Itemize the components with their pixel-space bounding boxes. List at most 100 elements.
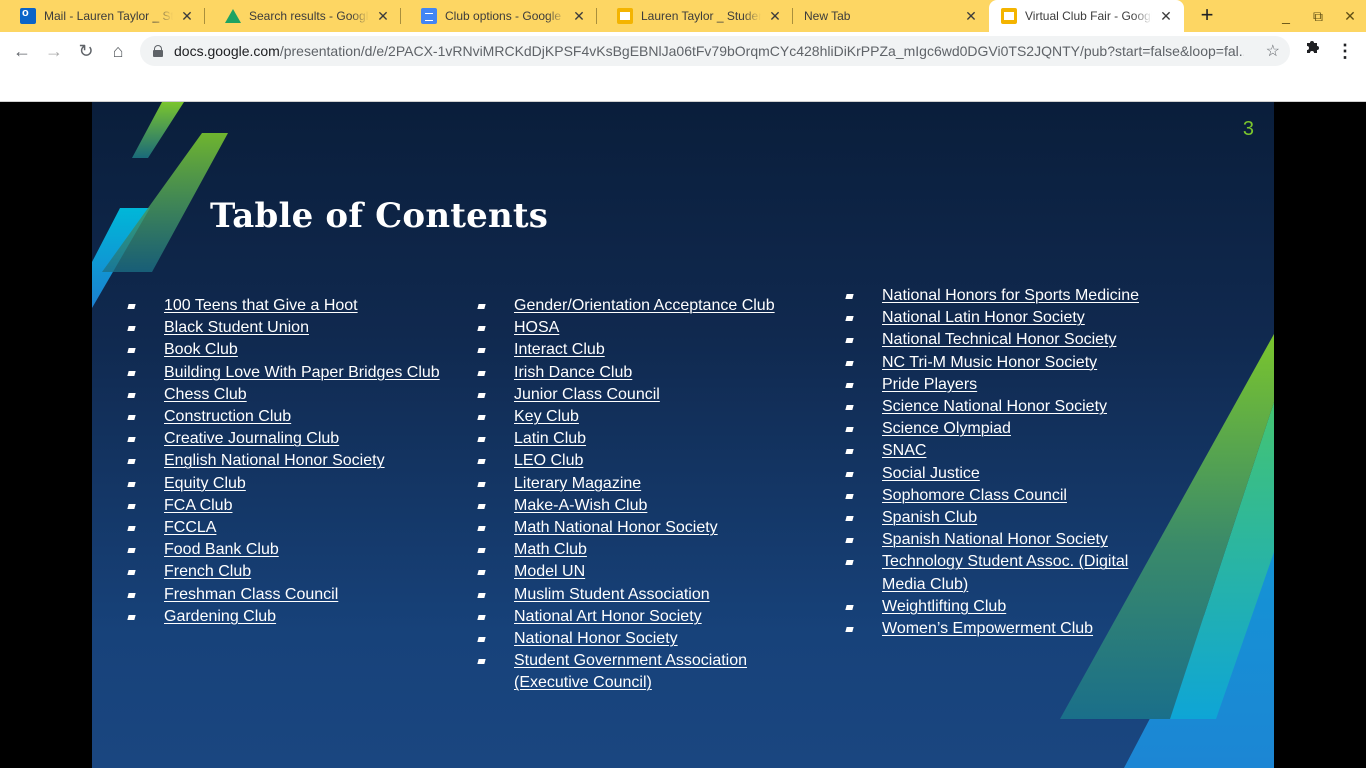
club-link[interactable]: National Technical Honor Society [882,331,1117,348]
home-button[interactable]: ⌂ [106,39,130,63]
club-link[interactable]: Literary Magazine [514,475,641,492]
club-link[interactable]: Junior Class Council [514,386,660,403]
close-tab-icon[interactable]: ✕ [963,8,979,24]
club-link[interactable]: Student Government Association (Executiv… [514,652,747,691]
bullet-icon [845,405,854,411]
club-link[interactable]: Construction Club [164,408,291,425]
club-list-item: SNAC [845,440,1172,462]
club-link[interactable]: Chess Club [164,386,247,403]
club-link[interactable]: Weightlifting Club [882,598,1006,615]
club-list-item: Math National Honor Society [477,517,814,539]
club-link[interactable]: Interact Club [514,341,605,358]
google-slides-icon [1001,8,1017,24]
club-link[interactable]: Social Justice [882,465,980,482]
tab-title: Virtual Club Fair - Google Slides [1025,9,1152,23]
club-link[interactable]: French Club [164,563,251,580]
address-bar[interactable]: docs.google.com/presentation/d/e/2PACX-1… [140,36,1290,66]
club-link[interactable]: NC Tri-M Music Honor Society [882,354,1097,371]
bullet-icon [127,415,136,421]
tab-new-tab[interactable]: New Tab ✕ [793,0,989,32]
bookmark-star-icon[interactable]: ☆ [1266,41,1280,61]
club-link[interactable]: Freshman Class Council [164,586,338,603]
google-drive-icon [225,9,241,23]
tab-drive-search[interactable]: Search results - Google Drive ✕ [205,0,401,32]
club-link[interactable]: Spanish National Honor Society [882,531,1108,548]
club-link[interactable]: English National Honor Society [164,452,385,469]
club-link[interactable]: National Honors for Sports Medicine [882,287,1139,304]
club-list-item: Weightlifting Club [845,596,1172,618]
close-tab-icon[interactable]: ✕ [571,8,587,24]
back-button[interactable]: ← [10,39,34,63]
presentation-viewer: 3 Table of Contents 100 Teens that Give … [0,102,1366,768]
bullet-icon [477,304,486,309]
forward-button[interactable]: → [42,39,66,63]
club-link[interactable]: Irish Dance Club [514,364,632,381]
more-vert-icon: ⋮ [1336,41,1354,61]
club-list-item: LEO Club [477,450,814,472]
club-link[interactable]: Muslim Student Association [514,586,710,603]
url-text[interactable]: docs.google.com/presentation/d/e/2PACX-1… [174,43,1244,59]
close-tab-icon[interactable]: ✕ [1158,8,1174,24]
outlook-icon [20,7,36,24]
club-link[interactable]: Black Student Union [164,319,309,336]
club-link[interactable]: Science National Honor Society [882,398,1107,415]
club-link[interactable]: Key Club [514,408,579,425]
close-tab-icon[interactable]: ✕ [179,8,195,24]
club-list-item: Spanish National Honor Society [845,529,1172,551]
club-link[interactable]: LEO Club [514,452,583,469]
restore-button[interactable]: ⧉ [1302,0,1334,32]
club-list-item: Technology Student Assoc. (Digital Media… [845,551,1172,595]
club-list-column-2: Gender/Orientation Acceptance Club HOSA In… [477,295,814,695]
club-link[interactable]: Model UN [514,563,585,580]
close-tab-icon[interactable]: ✕ [375,8,391,24]
club-list-item: Sophomore Class Council [845,485,1172,507]
club-link[interactable]: National Honor Society [514,630,678,647]
minimize-button[interactable]: _ [1270,0,1302,32]
tab-mail[interactable]: Mail - Lauren Taylor _ Student ✕ [0,0,205,32]
club-list-item: Math Club [477,539,814,561]
browser-menu-button[interactable]: ⋮ [1333,39,1357,63]
club-link[interactable]: SNAC [882,442,926,459]
club-link[interactable]: Creative Journaling Club [164,430,339,447]
club-link[interactable]: Book Club [164,341,238,358]
tab-club-options[interactable]: Club options - Google Docs ✕ [401,0,597,32]
reload-button[interactable]: ↻ [74,39,98,63]
club-link[interactable]: Sophomore Class Council [882,487,1067,504]
tab-virtual-club-fair[interactable]: Virtual Club Fair - Google Slides ✕ [989,0,1184,32]
club-link[interactable]: FCCLA [164,519,216,536]
club-link[interactable]: Building Love With Paper Bridges Club [164,364,440,381]
club-link[interactable]: Latin Club [514,430,586,447]
club-link[interactable]: Gardening Club [164,608,276,625]
club-list-item: Model UN [477,561,814,583]
arrow-right-icon: → [45,41,63,61]
club-list-item: Spanish Club [845,507,1172,529]
club-link[interactable]: Gender/Orientation Acceptance Club [514,297,775,314]
extensions-button[interactable] [1300,39,1324,63]
club-link[interactable]: Science Olympiad [882,420,1011,437]
club-link[interactable]: Spanish Club [882,509,977,526]
close-window-button[interactable]: ✕ [1334,0,1366,32]
club-list-item: Key Club [477,406,814,428]
tab-lauren-slides[interactable]: Lauren Taylor _ Student - Google Slides … [597,0,793,32]
club-link[interactable]: Pride Players [882,376,977,393]
club-link[interactable]: FCA Club [164,497,232,514]
club-link[interactable]: Math National Honor Society [514,519,718,536]
club-link[interactable]: Make-A-Wish Club [514,497,647,514]
club-link[interactable]: Technology Student Assoc. (Digital Media… [882,553,1128,592]
bullet-icon [127,370,136,376]
club-link[interactable]: Women’s Empowerment Club [882,620,1093,637]
bullet-icon [477,348,486,354]
club-link[interactable]: Food Bank Club [164,541,279,558]
club-list-item: Building Love With Paper Bridges Club [127,362,494,384]
club-link[interactable]: 100 Teens that Give a Hoot [164,297,358,314]
new-tab-button[interactable]: + [1195,4,1219,28]
club-link[interactable]: Equity Club [164,475,246,492]
tab-title: Club options - Google Docs [445,9,565,23]
club-link[interactable]: National Latin Honor Society [882,309,1085,326]
club-link[interactable]: Math Club [514,541,587,558]
bullet-icon [127,348,136,354]
club-link[interactable]: HOSA [514,319,559,336]
club-link[interactable]: National Art Honor Society [514,608,702,625]
bullet-icon [127,526,136,532]
close-tab-icon[interactable]: ✕ [767,8,783,24]
